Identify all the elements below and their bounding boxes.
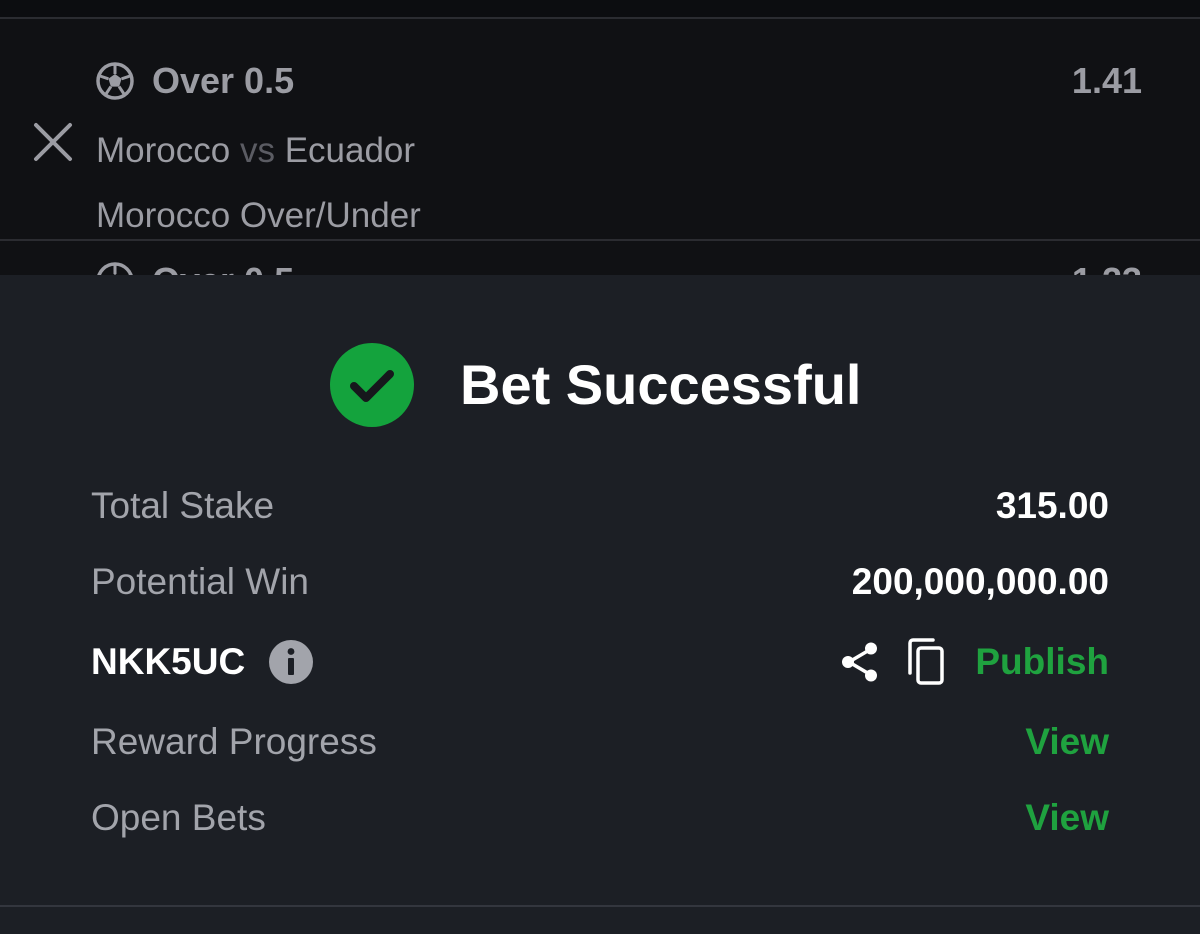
share-icon[interactable] — [838, 640, 882, 684]
total-stake-row: Total Stake 315.00 — [91, 478, 1109, 534]
selection-market: Over 0.5 — [152, 60, 295, 101]
potential-win-label: Potential Win — [91, 561, 309, 602]
close-icon[interactable] — [31, 120, 75, 164]
info-icon[interactable] — [269, 640, 313, 684]
screen: Over 0.5 1.41 Morocco vs Ecuador Morocco… — [0, 0, 1200, 934]
soccer-ball-icon — [95, 61, 135, 101]
reward-progress-view-link[interactable]: View — [1025, 714, 1109, 770]
market-type: Morocco Over/Under — [96, 196, 421, 235]
open-bets-label: Open Bets — [91, 797, 266, 838]
away-team: Ecuador — [284, 131, 416, 170]
reward-progress-label: Reward Progress — [91, 721, 377, 762]
open-bets-row: Open Bets View — [91, 790, 1109, 846]
match-teams: Morocco vs Ecuador — [96, 127, 415, 175]
publish-link[interactable]: Publish — [975, 634, 1109, 690]
potential-win-value: 200,000,000.00 — [851, 561, 1109, 602]
divider — [0, 905, 1200, 907]
success-header: Bet Successful — [0, 343, 1200, 427]
total-stake-label: Total Stake — [91, 485, 275, 526]
total-stake-value: 315.00 — [995, 485, 1109, 526]
open-bets-view-link[interactable]: View — [1025, 790, 1109, 846]
home-team: Morocco — [96, 131, 231, 170]
bet-success-sheet: Bet Successful Total Stake 315.00 Potent… — [0, 275, 1200, 934]
booking-code: NKK5UC — [91, 641, 246, 682]
check-circle-icon — [330, 343, 414, 427]
selection-odds: 1.41 — [1071, 60, 1142, 101]
reward-progress-row: Reward Progress View — [91, 714, 1109, 770]
bet-selection: Over 0.5 1.41 Morocco vs Ecuador Morocco… — [0, 19, 1200, 239]
booking-code-row: NKK5UC Publish — [91, 634, 1109, 690]
vs-label: vs — [239, 131, 275, 170]
success-title: Bet Successful — [460, 353, 862, 416]
copy-icon[interactable] — [905, 637, 949, 687]
potential-win-row: Potential Win 200,000,000.00 — [91, 554, 1109, 610]
